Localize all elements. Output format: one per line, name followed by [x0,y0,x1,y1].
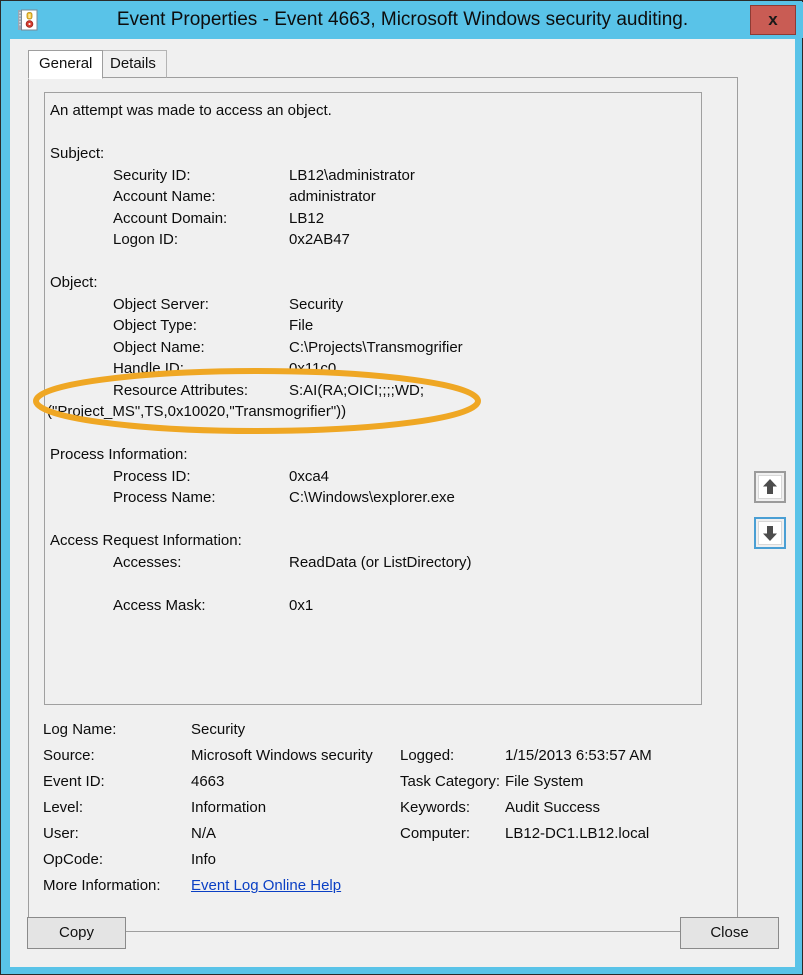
field-label: Handle ID: [113,360,184,377]
meta-value-source: Microsoft Windows security [191,747,373,764]
dialog-client-area: General Details An attempt was made to a… [10,39,795,967]
section-title-process-information: Process Information: [50,446,188,463]
meta-label-computer: Computer: [400,825,471,842]
field-row-account-name: Account Name: administrator [50,186,690,208]
meta-value-logged: 1/15/2013 6:53:57 AM [505,747,652,764]
field-label: Process ID: [113,467,191,485]
tab-page-general: An attempt was made to access an object.… [28,77,738,932]
field-row-object-name: Object Name: C:\Projects\Transmogrifier [50,337,690,359]
field-row-resource-attributes: Resource Attributes: S:AI(RA;OICI;;;;WD; [50,380,690,402]
field-label: Security ID: [113,166,191,184]
field-row-account-domain: Account Domain: LB12 [50,208,690,230]
field-value: ReadData (or ListDirectory) [289,553,472,571]
meta-label-event-id: Event ID: [43,773,105,790]
meta-value-keywords: Audit Success [505,799,601,816]
field-value: File [289,317,314,334]
field-label: Object Type: [113,317,197,334]
tab-general[interactable]: General [28,50,104,79]
field-value: 0x2AB47 [289,231,350,248]
field-value: 0x1 [289,596,314,614]
field-label: Account Domain: [113,209,228,227]
field-row-handle-id: Handle ID: 0x11c0 [50,358,690,380]
window-titlebar: Event Properties - Event 4663, Microsoft… [2,2,803,38]
field-row-object-server: Object Server: Security [50,294,690,316]
field-value: S:AI(RA;OICI;;;;WD; [289,381,425,399]
section-title-access-request-information: Access Request Information: [50,532,242,549]
field-label: Logon ID: [113,231,179,248]
field-value-continuation: ("Project_MS",TS,0x10020,"Transmogrifier… [47,403,347,420]
field-value: administrator [289,188,376,205]
event-description-content: An attempt was made to access an object.… [47,100,690,617]
meta-label-opcode: OpCode: [43,851,104,868]
field-label: Object Name: [113,338,205,356]
field-row-process-id: Process ID: 0xca4 [50,466,690,488]
meta-value-log-name: Security [191,721,246,738]
meta-label-level: Level: [43,799,84,816]
field-value: 0x11c0 [289,360,337,377]
meta-label-source: Source: [43,747,95,764]
meta-value-task-category: File System [505,773,584,790]
field-label: Account Name: [113,188,216,205]
tab-strip: General Details [28,50,738,79]
field-row-accesses: Accesses: ReadData (or ListDirectory) [50,552,690,574]
field-label: Object Server: [113,295,209,313]
section-title-object: Object: [50,274,98,291]
close-button[interactable]: Close [680,917,779,949]
field-value: Security [289,295,344,313]
field-row-process-name: Process Name: C:\Windows\explorer.exe [50,487,690,509]
meta-value-opcode: Info [191,851,217,868]
field-row-access-mask: Access Mask: 0x1 [50,595,690,617]
field-value: LB12 [289,209,325,227]
section-title-subject: Subject: [50,145,105,162]
event-properties-window: Event Properties - Event 4663, Microsoft… [0,0,803,975]
field-label: Resource Attributes: [113,381,249,399]
field-label: Accesses: [113,553,182,571]
event-headline: An attempt was made to access an object. [50,102,332,119]
meta-label-keywords: Keywords: [400,799,471,816]
field-row-object-type: Object Type: File [50,315,690,337]
field-value: LB12\administrator [289,166,415,184]
meta-label-more-information: More Information: [43,877,161,894]
field-label: Access Mask: [113,596,206,614]
previous-event-button[interactable] [754,471,786,503]
copy-button[interactable]: Copy [27,917,126,949]
meta-value-level: Information [191,799,267,816]
field-row-security-id: Security ID: LB12\administrator [50,165,690,187]
field-value: C:\Projects\Transmogrifier [289,338,463,356]
meta-value-event-id: 4663 [191,773,225,790]
field-row-logon-id: Logon ID: 0x2AB47 [50,229,690,251]
field-value: 0xca4 [289,467,330,485]
meta-label-user: User: [43,825,79,842]
event-description-box[interactable]: An attempt was made to access an object.… [44,92,702,705]
meta-label-task-category: Task Category: [400,773,501,790]
meta-value-user: N/A [191,825,217,842]
event-log-online-help-link[interactable]: Event Log Online Help [191,877,341,895]
arrow-up-icon [758,475,782,499]
tab-details[interactable]: Details [99,50,167,78]
next-event-button[interactable] [754,517,786,549]
arrow-down-icon [758,521,782,545]
field-label: Process Name: [113,489,216,506]
meta-label-log-name: Log Name: [43,721,117,738]
meta-value-computer: LB12-DC1.LB12.local [505,825,650,842]
close-icon[interactable]: x [750,5,796,35]
event-metadata-grid: Log Name: Security Source: Microsoft Win… [43,721,723,921]
meta-label-logged: Logged: [400,747,455,764]
field-value: C:\Windows\explorer.exe [289,489,455,506]
window-title: Event Properties - Event 4663, Microsoft… [116,9,689,30]
